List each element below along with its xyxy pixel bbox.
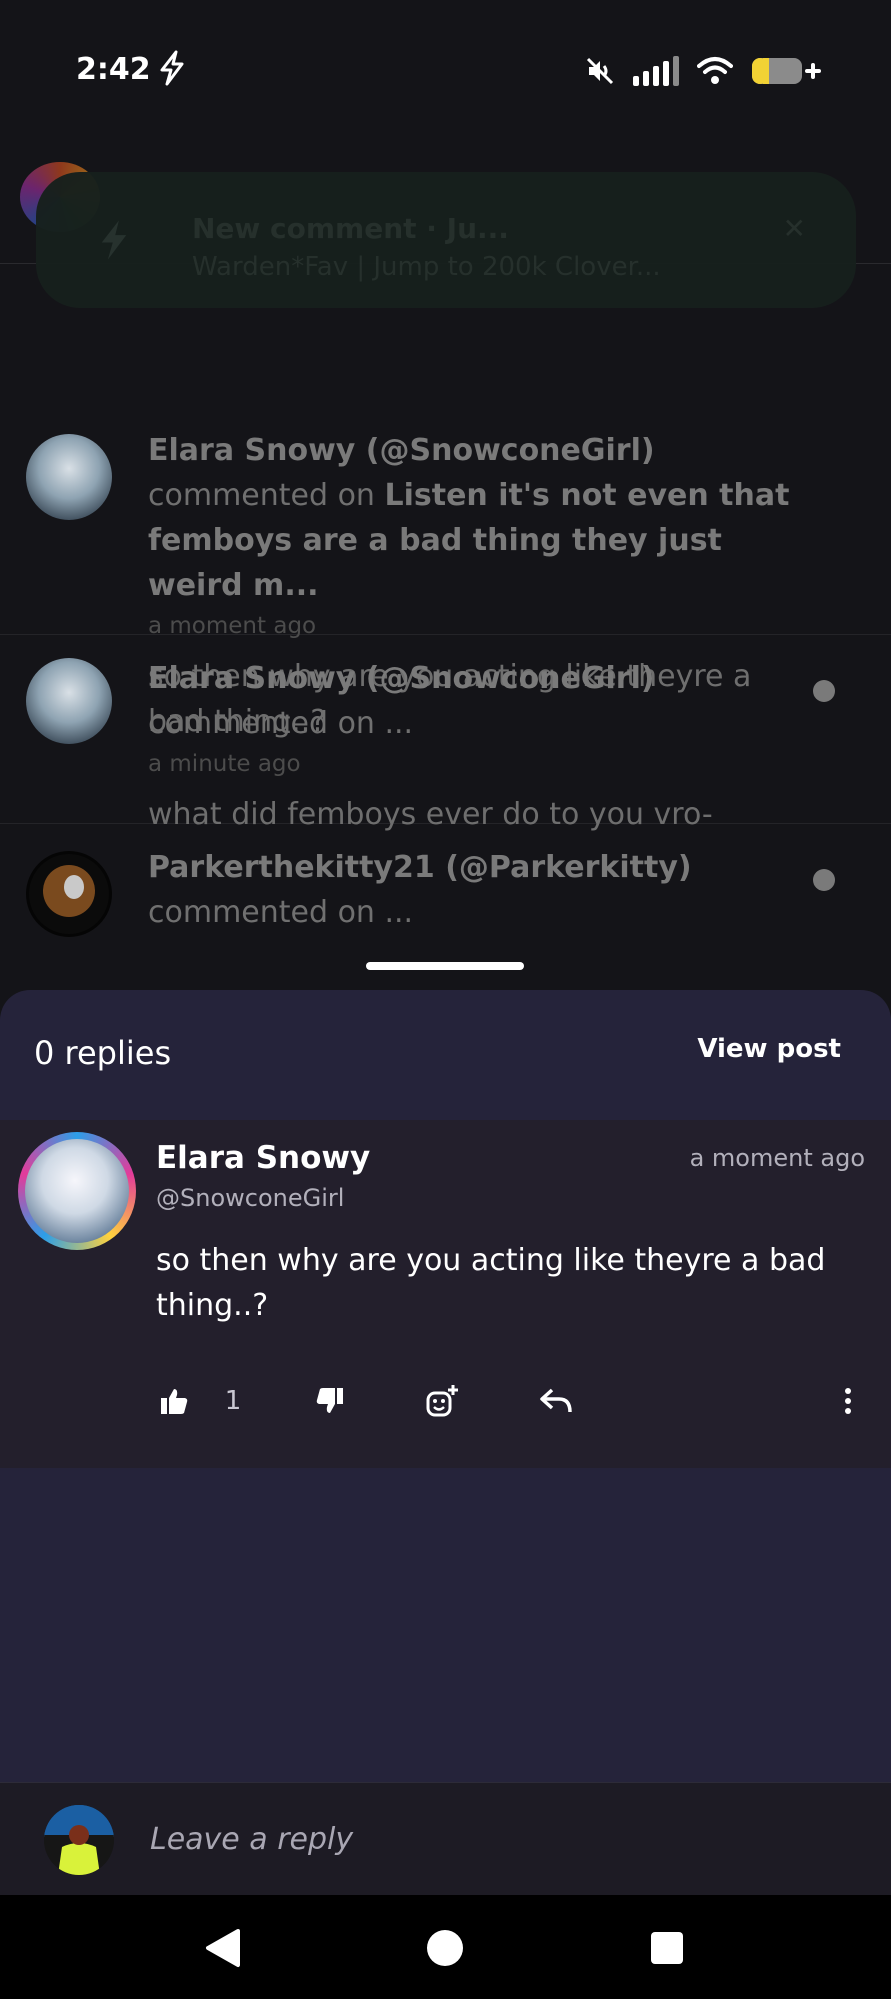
home-button[interactable] [422,1925,468,1971]
unread-dot [813,869,835,891]
notification-body: Parkerthekitty21 (@Parkerkitty) commente… [148,845,811,935]
comment-author-handle: @SnowconeGirl [156,1184,345,1212]
avatar [26,851,112,937]
wifi-icon [697,57,733,84]
view-post-button[interactable]: View post [697,1034,841,1064]
notification-action: commented on ... [148,706,414,741]
home-circle-icon [427,1930,463,1966]
system-nav-bar [0,1895,891,1999]
notification-item[interactable]: Elara Snowy (@SnowconeGirl) commented on… [0,292,891,739]
battery-charging-icon [752,58,821,84]
reply-icon [540,1388,572,1413]
toast-title: New comment · Ju... [192,212,509,245]
back-triangle-icon [206,1929,240,1967]
comment-sheet: 0 replies View post Elara Snowy @Snowcon… [0,990,891,1895]
unread-dot [813,680,835,702]
flash-icon [101,220,127,260]
reply-bar [0,1782,891,1895]
notifications-background: New comment · Ju... Warden*Fav | Jump to… [0,140,891,990]
more-vertical-icon [845,1388,851,1414]
notification-body: Elara Snowy (@SnowconeGirl) commented on… [148,656,811,837]
avatar [26,434,112,520]
avatar [26,658,112,744]
signal-icon [633,56,679,86]
comment-time: a moment ago [689,1144,865,1172]
notification-action: commented on ... [148,895,414,930]
add-reaction-button[interactable] [420,1376,464,1426]
replies-count: 0 replies [34,1034,172,1072]
status-time: 2:42 [76,52,151,87]
notification-item[interactable]: Elara Snowy (@SnowconeGirl) commented on… [0,636,891,832]
avatar[interactable] [18,1132,136,1250]
avatar-image [44,1805,114,1875]
reply-button[interactable] [534,1376,578,1426]
comment-card: Elara Snowy @SnowconeGirl a moment ago s… [0,1120,891,1468]
avatar-image [29,854,109,934]
comment-author-name[interactable]: Elara Snowy [156,1140,370,1176]
close-icon[interactable]: ✕ [783,212,806,245]
add-emoji-icon [426,1385,458,1417]
notification-toast[interactable]: New comment · Ju... Warden*Fav | Jump to… [36,172,856,308]
status-bar: 2:42 [0,0,891,140]
flash-icon [160,50,184,86]
thumbs-up-icon [161,1389,188,1414]
sheet-header: 0 replies View post [0,990,891,1110]
back-button[interactable] [200,1925,246,1971]
notification-action: commented on [148,478,375,513]
recents-button[interactable] [644,1925,690,1971]
dislike-button[interactable] [310,1376,350,1426]
more-options-button[interactable] [836,1376,860,1426]
notification-author: Elara Snowy (@SnowconeGirl) [148,433,655,468]
like-count: 1 [224,1386,242,1416]
mute-icon [586,57,614,85]
thumbs-down-icon [316,1388,343,1413]
recents-square-icon [651,1932,683,1964]
comment-text: so then why are you acting like theyre a… [156,1243,826,1323]
notification-author: Elara Snowy (@SnowconeGirl) [148,661,655,696]
reply-input[interactable] [150,1811,830,1867]
toast-subtitle: Warden*Fav | Jump to 200k Clover... [192,252,661,282]
avatar[interactable] [44,1805,114,1875]
comment-actions: 1 [0,1376,891,1426]
like-button[interactable] [154,1376,194,1426]
sheet-drag-handle[interactable] [366,962,524,970]
notification-time: a minute ago [148,751,301,777]
notification-author: Parkerthekitty21 (@Parkerkitty) [148,850,692,885]
